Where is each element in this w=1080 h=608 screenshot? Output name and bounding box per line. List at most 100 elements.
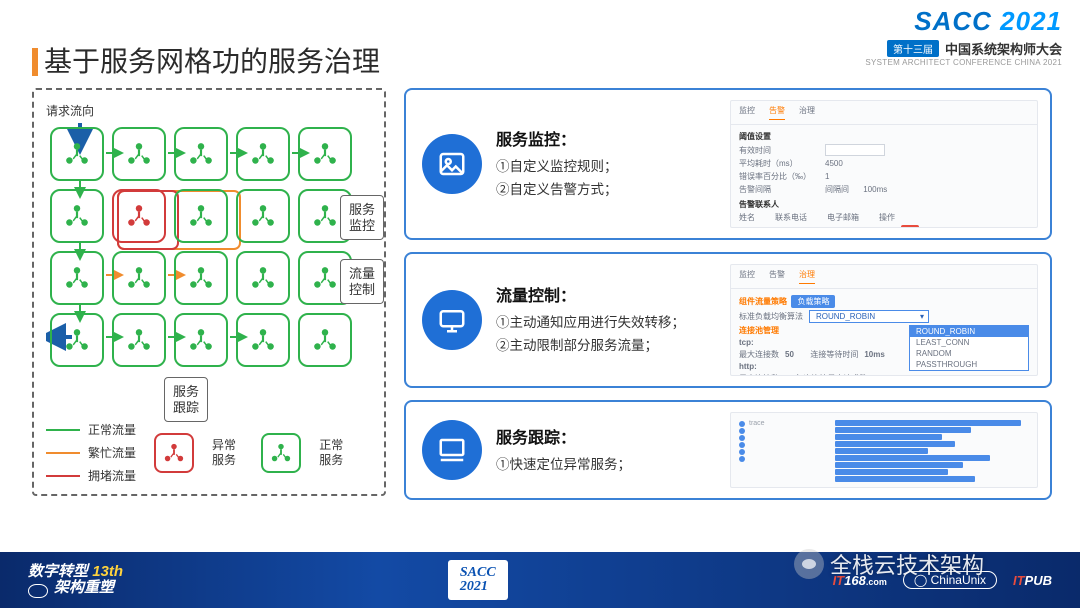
sponsor-itpub: ITPUB [1013, 573, 1052, 588]
shot-option: PASSTHROUGH [910, 359, 1028, 370]
legend-line-green-icon [46, 429, 80, 431]
mesh-flow-caption: 请求流向 [46, 102, 372, 119]
shot-sub: http: [739, 362, 757, 371]
mesh-node-abnormal [112, 189, 166, 243]
legend-node-normal-icon [261, 433, 301, 473]
shot-col: 操作 [879, 212, 895, 223]
shot-select: ROUND_ROBIN [809, 310, 929, 323]
mesh-diagram: 请求流向 [32, 88, 386, 496]
mesh-badge-traffic: 流量 控制 [340, 259, 384, 304]
mesh-node [112, 127, 166, 181]
mesh-node [236, 189, 290, 243]
shot-section: 连接池管理 [739, 325, 901, 336]
shot-select-open: ROUND_ROBIN LEAST_CONN RANDOM PASSTHROUG… [909, 325, 1029, 371]
shot-label: 最大连接数 [739, 349, 779, 360]
mesh-node [50, 127, 104, 181]
legend-abnormal-service: 异常 服务 [212, 438, 243, 467]
brand-logo-a: SACC [914, 6, 992, 36]
mesh-node [112, 251, 166, 305]
card-trace: 服务跟踪： ①快速定位异常服务； trace [404, 400, 1052, 500]
mesh-node [50, 313, 104, 367]
footer-center-logo: SACC2021 [448, 560, 508, 600]
monitor-icon [422, 290, 482, 350]
shot-label: 每次连接最大请求数 [795, 373, 867, 376]
slide-title: 基于服务网格功的服务治理 [32, 40, 380, 80]
card-monitor-screenshot: 监控 告警 治理 阈值设置 有效时间 平均耗时（ms）4500 错误率百分比（‰… [730, 100, 1038, 228]
mesh-node [298, 313, 352, 367]
shot-label: 连接等待时间 [810, 349, 858, 360]
mesh-node [112, 313, 166, 367]
shot-col: 姓名 [739, 212, 755, 223]
shot-tab: 治理 [799, 105, 815, 120]
shot-tab: 告警 [769, 269, 785, 284]
shot-tab: 监控 [739, 105, 755, 120]
delete-icon [901, 225, 919, 228]
mesh-badge-trace: 服务 跟踪 [164, 377, 208, 422]
card-monitor-line2: ②自定义告警方式； [496, 182, 618, 197]
card-monitor-line1: ①自定义监控规则； [496, 159, 618, 174]
legend-normal-traffic: 正常流量 [88, 421, 136, 438]
footer-headline2: 架构重塑 [54, 580, 114, 597]
shot-value: 10ms [864, 350, 884, 359]
shot-chip: 负载策略 [791, 295, 835, 308]
shot-option: RANDOM [910, 348, 1028, 359]
desktop-icon [422, 420, 482, 480]
shot-value: 间隔间 [825, 184, 849, 195]
mesh-node [174, 251, 228, 305]
branding-block: SACC 2021 第十三届 中国系统架构师大会 SYSTEM ARCHITEC… [865, 6, 1062, 67]
card-traffic-heading: 流量控制： [496, 282, 716, 306]
cloud-icon [28, 584, 48, 598]
card-traffic-screenshot: 监控 告警 治理 组件流量策略 负载策略 标准负载均衡算法 ROUND_ROBI… [730, 264, 1038, 376]
shot-tab-active: 告警 [769, 105, 785, 120]
card-traffic-line1: ①主动通知应用进行失效转移； [496, 315, 685, 330]
legend-congested-traffic: 拥堵流量 [88, 467, 136, 484]
mesh-grid: 服务 监控 流量 控制 服务 跟踪 [46, 123, 376, 423]
brand-logo: SACC 2021 [865, 6, 1062, 37]
card-trace-screenshot: trace [730, 412, 1038, 488]
mesh-legend: 正常流量 繁忙流量 拥堵流量 异常 服务 正常 服务 [46, 421, 372, 484]
shot-value: 50 [785, 350, 794, 359]
brand-cn: 中国系统架构师大会 [945, 39, 1062, 58]
mesh-node [174, 127, 228, 181]
legend-line-orange-icon [46, 452, 80, 454]
shot-section: 阈值设置 [739, 131, 1029, 142]
card-trace-line1: ①快速定位异常服务； [496, 457, 631, 472]
shot-section: 告警联系人 [739, 199, 1029, 210]
shot-label: 平均耗时（ms） [739, 158, 819, 169]
legend-line-red-icon [46, 475, 80, 477]
footer-th: 13th [92, 563, 123, 580]
card-traffic-line2: ②主动限制部分服务流量； [496, 338, 658, 353]
shot-value: 1 [825, 172, 829, 181]
mesh-node [236, 127, 290, 181]
card-monitor: 服务监控： ①自定义监控规则； ②自定义告警方式； 监控 告警 治理 阈值设置 … [404, 88, 1052, 240]
brand-en: SYSTEM ARCHITECT CONFERENCE CHINA 2021 [865, 58, 1062, 67]
shot-label: 最大连接数 [739, 373, 779, 376]
image-icon [422, 134, 482, 194]
card-traffic: 流量控制： ①主动通知应用进行失效转移； ②主动限制部分服务流量； 监控 告警 … [404, 252, 1052, 388]
mesh-node [174, 189, 228, 243]
shot-col: 电子邮箱 [827, 212, 859, 223]
mesh-node [50, 189, 104, 243]
wechat-overlay: 全栈云技术架构 [794, 548, 984, 580]
shot-tab: 监控 [739, 269, 755, 284]
shot-label: 告警间隔 [739, 184, 819, 195]
title-rule-icon [32, 48, 38, 76]
shot-value: 4500 [825, 159, 843, 168]
legend-normal-service: 正常 服务 [319, 438, 350, 467]
shot-option: ROUND_ROBIN [910, 326, 1028, 337]
footer-headline1: 数字转型 [28, 563, 88, 580]
mesh-node [298, 127, 352, 181]
shot-label: 标准负载均衡算法 [739, 311, 803, 322]
legend-busy-traffic: 繁忙流量 [88, 444, 136, 461]
brand-logo-b: 2021 [1000, 6, 1062, 36]
mesh-node [174, 313, 228, 367]
mesh-badge-monitor: 服务 监控 [340, 195, 384, 240]
shot-label: 有效时间 [739, 145, 819, 156]
legend-node-abnormal-icon [154, 433, 194, 473]
shot-sub: tcp: [739, 338, 754, 347]
mesh-node [236, 313, 290, 367]
card-monitor-heading: 服务监控： [496, 126, 716, 150]
shot-value: 100ms [863, 185, 887, 194]
shot-tab-active: 治理 [799, 269, 815, 284]
brand-tag: 第十三届 [887, 40, 939, 57]
